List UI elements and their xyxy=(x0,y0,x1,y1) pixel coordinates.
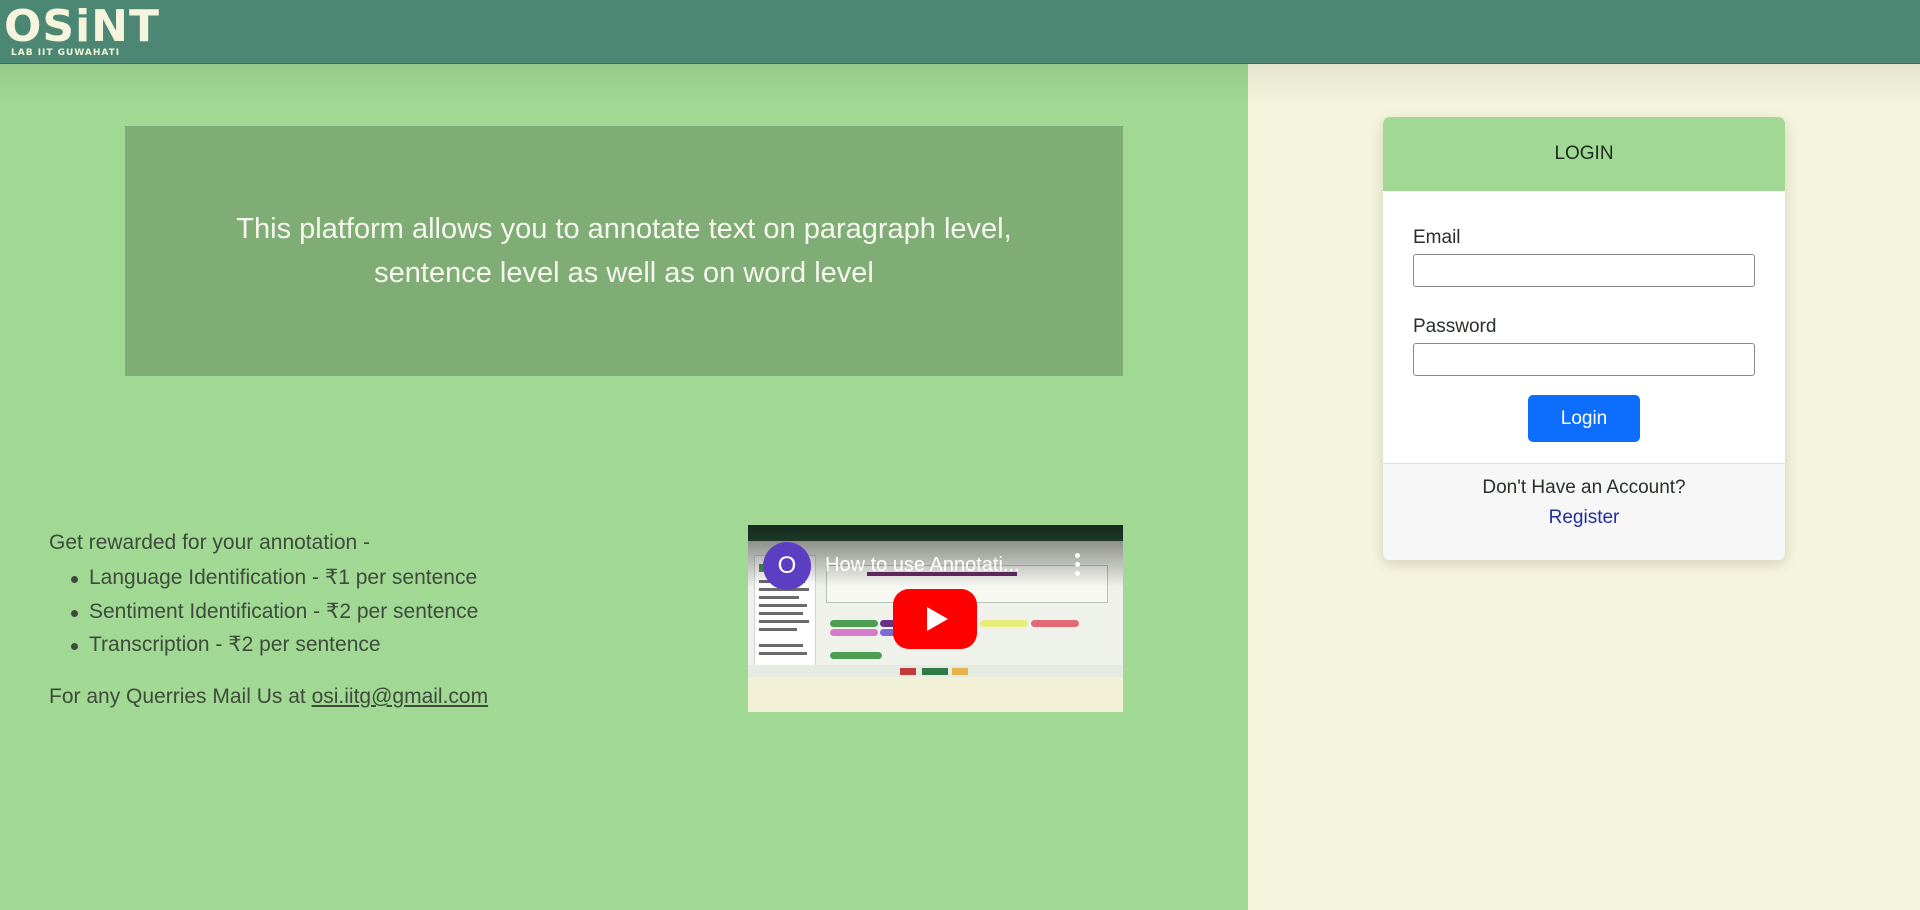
password-field[interactable] xyxy=(1413,343,1755,376)
rewards-section: Get rewarded for your annotation - Langu… xyxy=(49,527,478,662)
brand-logo[interactable]: OSiNT LAB IIT GUWAHATI xyxy=(4,2,159,60)
login-card: LOGIN Email Password Login Don't Have an… xyxy=(1383,117,1785,560)
play-icon[interactable] xyxy=(893,589,977,649)
brand-subtitle: LAB IIT GUWAHATI xyxy=(11,48,121,58)
rewards-title: Get rewarded for your annotation - xyxy=(49,531,371,554)
email-label: Email xyxy=(1413,227,1461,248)
contact-line: For any Querries Mail Us at osi.iitg@gma… xyxy=(49,681,488,713)
password-label: Password xyxy=(1413,316,1497,337)
register-link[interactable]: Register xyxy=(1383,506,1785,530)
list-item: Sentiment Identification - ₹2 per senten… xyxy=(49,595,478,629)
hero-banner: This platform allows you to annotate tex… xyxy=(125,126,1123,376)
channel-avatar[interactable]: O xyxy=(763,542,811,590)
email-field[interactable] xyxy=(1413,254,1755,287)
list-item: Language Identification - ₹1 per sentenc… xyxy=(49,561,478,595)
youtube-video-embed[interactable]: O How to use Annotati... xyxy=(748,525,1123,712)
more-options-icon[interactable] xyxy=(1070,553,1084,577)
rewards-list: Language Identification - ₹1 per sentenc… xyxy=(49,561,478,662)
signup-prompt: Don't Have an Account? xyxy=(1482,477,1686,498)
contact-email-link[interactable]: osi.iitg@gmail.com xyxy=(312,685,489,708)
login-header: LOGIN xyxy=(1383,117,1785,191)
top-navbar: OSiNT LAB IIT GUWAHATI xyxy=(0,0,1920,64)
login-button[interactable]: Login xyxy=(1528,395,1640,442)
login-footer: Don't Have an Account? Register xyxy=(1383,463,1785,560)
list-item: Transcription - ₹2 per sentence xyxy=(49,628,478,662)
brand-name: OSiNT xyxy=(4,1,161,52)
video-title[interactable]: How to use Annotati... xyxy=(825,551,1057,579)
contact-prefix: For any Querries Mail Us at xyxy=(49,685,312,708)
hero-text: This platform allows you to annotate tex… xyxy=(236,213,1012,289)
